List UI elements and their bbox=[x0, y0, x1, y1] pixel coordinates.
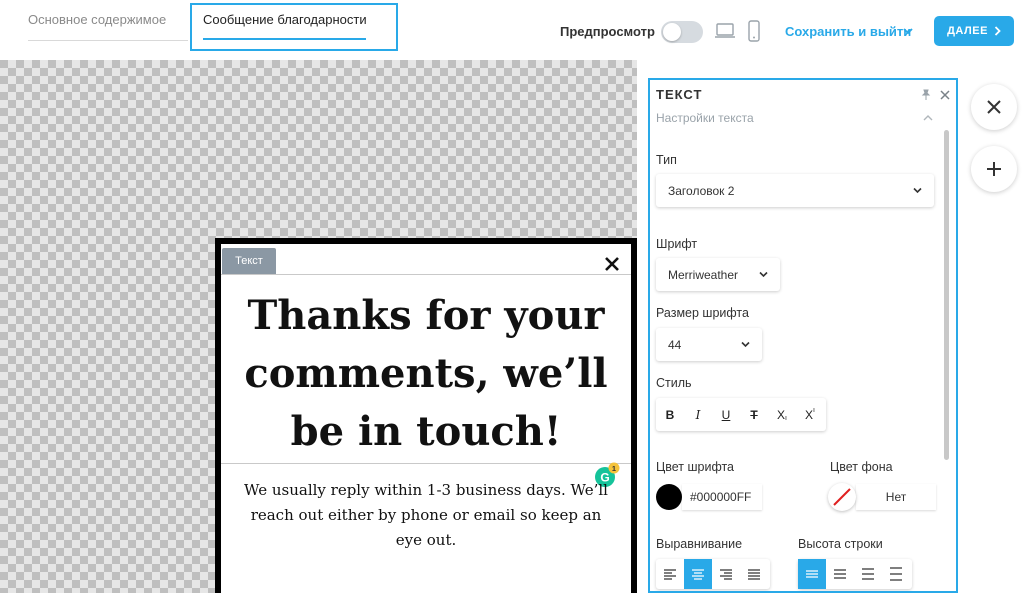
modal-content: Текст Thanks for your comments, we’ll be… bbox=[221, 244, 631, 593]
chevron-down-icon[interactable] bbox=[903, 27, 913, 35]
tab-main-content[interactable]: Основное содержимое bbox=[28, 12, 166, 27]
align-justify-button[interactable] bbox=[740, 559, 768, 589]
panel-title: ТЕКСТ bbox=[656, 87, 703, 102]
chevron-up-icon[interactable] bbox=[923, 114, 933, 121]
font-size-value: 44 bbox=[668, 337, 682, 352]
panel-subtitle[interactable]: Настройки текста bbox=[656, 111, 754, 125]
font-color-label: Цвет шрифта bbox=[656, 460, 734, 474]
font-size-label: Размер шрифта bbox=[656, 306, 749, 320]
italic-button[interactable]: I bbox=[684, 398, 712, 431]
background-color-input[interactable]: Нет bbox=[856, 484, 936, 510]
strikethrough-button[interactable]: T bbox=[740, 398, 768, 431]
panel-scrollbar[interactable] bbox=[944, 130, 949, 460]
align-justify-icon bbox=[748, 569, 760, 580]
align-center-button[interactable] bbox=[684, 559, 712, 589]
alignment-toolbar bbox=[656, 559, 770, 589]
top-bar: Основное содержимое Сообщение благодарно… bbox=[0, 0, 1024, 60]
line-height-normal-icon bbox=[834, 569, 846, 579]
align-left-icon bbox=[664, 569, 676, 580]
background-color-swatch[interactable] bbox=[828, 483, 856, 511]
modal-body-text[interactable]: We usually reply within 1-3 business day… bbox=[241, 478, 611, 553]
text-element-tag[interactable]: Текст bbox=[222, 248, 276, 274]
line-height-toolbar bbox=[798, 559, 912, 589]
background-color-label: Цвет фона bbox=[830, 460, 893, 474]
type-select-value: Заголовок 2 bbox=[668, 183, 735, 198]
headline-text-block[interactable]: Thanks for your comments, we’ll be in to… bbox=[221, 274, 631, 487]
line-height-3-button[interactable] bbox=[854, 559, 882, 589]
pin-icon[interactable] bbox=[920, 89, 932, 101]
tab-thanks-highlight bbox=[190, 3, 398, 51]
toggle-knob bbox=[663, 23, 681, 41]
modal-headline[interactable]: Thanks for your comments, we’ll be in to… bbox=[231, 287, 621, 461]
bold-button[interactable]: B bbox=[656, 398, 684, 431]
panel-close-icon[interactable] bbox=[940, 90, 950, 100]
font-label: Шрифт bbox=[656, 237, 698, 251]
preview-toggle[interactable] bbox=[661, 21, 703, 43]
align-left-button[interactable] bbox=[656, 559, 684, 589]
preview-label: Предпросмотр bbox=[560, 24, 655, 39]
plus-icon bbox=[987, 162, 1001, 176]
style-label: Стиль bbox=[656, 376, 692, 390]
text-settings-panel: ТЕКСТ Настройки текста Тип Заголовок 2 Ш… bbox=[648, 78, 958, 593]
font-color-input[interactable]: #000000FF bbox=[682, 484, 762, 510]
chevron-down-icon bbox=[913, 187, 922, 194]
line-height-label: Высота строки bbox=[798, 537, 883, 551]
no-color-icon bbox=[833, 488, 851, 506]
chevron-down-icon bbox=[741, 341, 750, 348]
line-height-4-button[interactable] bbox=[882, 559, 910, 589]
style-toolbar: B I U T Xı Xı bbox=[656, 398, 826, 431]
line-height-wide-icon bbox=[890, 567, 902, 581]
font-color-swatch[interactable] bbox=[656, 484, 682, 510]
line-height-2-button[interactable] bbox=[826, 559, 854, 589]
next-button[interactable]: ДАЛЕЕ bbox=[934, 16, 1014, 46]
add-element-button[interactable] bbox=[971, 146, 1017, 192]
underline-button[interactable]: U bbox=[712, 398, 740, 431]
superscript-label: X bbox=[805, 407, 814, 422]
close-icon bbox=[987, 100, 1001, 114]
line-height-1-button[interactable] bbox=[798, 559, 826, 589]
chevron-down-icon bbox=[759, 271, 768, 278]
chevron-right-icon bbox=[994, 26, 1001, 36]
phone-icon[interactable] bbox=[748, 20, 760, 42]
save-and-exit-button[interactable]: Сохранить и выйти bbox=[785, 24, 911, 39]
tab-thanks-underline bbox=[203, 38, 366, 40]
superscript-button[interactable]: Xı bbox=[796, 398, 824, 431]
alignment-label: Выравнивание bbox=[656, 537, 743, 551]
font-select[interactable]: Merriweather bbox=[656, 258, 780, 291]
subscript-button[interactable]: Xı bbox=[768, 398, 796, 431]
tab-thank-you-message[interactable]: Сообщение благодарности bbox=[203, 12, 367, 27]
subscript-label: X bbox=[777, 407, 786, 422]
type-select[interactable]: Заголовок 2 bbox=[656, 174, 934, 207]
grammarly-badge-count: 1 bbox=[612, 464, 616, 473]
line-height-loose-icon bbox=[862, 568, 874, 580]
thank-you-modal[interactable]: Текст Thanks for your comments, we’ll be… bbox=[215, 238, 637, 593]
background-color-value: Нет bbox=[885, 490, 907, 504]
tab-main-underline bbox=[28, 40, 188, 41]
align-center-icon bbox=[692, 569, 704, 580]
line-height-tight-icon bbox=[806, 570, 818, 578]
type-label: Тип bbox=[656, 153, 677, 167]
close-editor-button[interactable] bbox=[971, 84, 1017, 130]
font-color-value: #000000FF bbox=[690, 490, 752, 504]
align-right-icon bbox=[720, 569, 732, 580]
laptop-icon[interactable] bbox=[714, 22, 736, 40]
font-size-select[interactable]: 44 bbox=[656, 328, 762, 361]
font-select-value: Merriweather bbox=[668, 267, 739, 282]
close-icon[interactable] bbox=[603, 255, 621, 273]
next-button-label: ДАЛЕЕ bbox=[947, 25, 988, 37]
align-right-button[interactable] bbox=[712, 559, 740, 589]
